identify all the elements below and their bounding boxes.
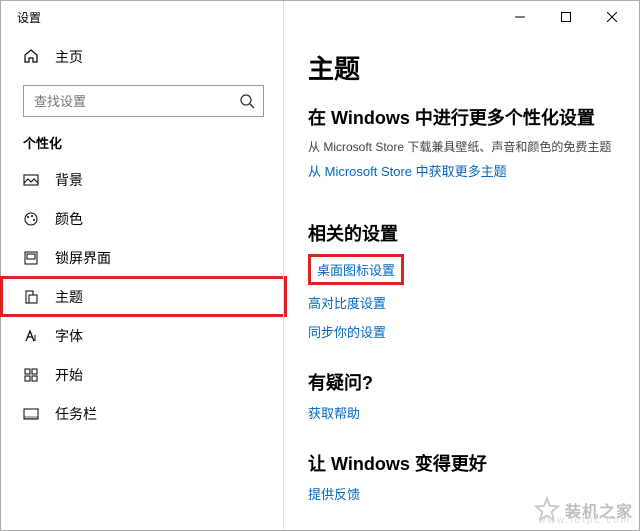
close-icon [607, 12, 617, 22]
sync-settings-link[interactable]: 同步你的设置 [308, 322, 619, 341]
font-icon [23, 328, 39, 344]
sidebar-item-background[interactable]: 背景 [1, 160, 286, 199]
taskbar-icon [23, 406, 39, 422]
window-body: 主页 个性化 背景 颜色 锁屏 [1, 33, 639, 530]
window-control-buttons [497, 1, 635, 33]
sidebar-item-lockscreen[interactable]: 锁屏界面 [1, 238, 286, 277]
watermark-url: www.lotpc.com [538, 515, 631, 526]
home-label: 主页 [55, 47, 83, 67]
sidebar-item-label: 颜色 [55, 209, 83, 229]
sidebar-item-colors[interactable]: 颜色 [1, 199, 286, 238]
watermark: 装机之家 www.lotpc.com [533, 496, 633, 524]
category-header: 个性化 [1, 131, 286, 160]
sidebar-item-label: 开始 [55, 365, 83, 385]
sidebar-item-label: 背景 [55, 170, 83, 190]
maximize-button[interactable] [543, 1, 589, 33]
home-icon [23, 48, 39, 67]
main-content: 主题 在 Windows 中进行更多个性化设置 从 Microsoft Stor… [286, 33, 639, 530]
sidebar-item-taskbar[interactable]: 任务栏 [1, 394, 286, 433]
store-themes-link[interactable]: 从 Microsoft Store 中获取更多主题 [308, 161, 619, 180]
search-icon [239, 93, 255, 109]
page-title: 主题 [308, 49, 619, 86]
minimize-icon [515, 12, 525, 22]
window-title: 设置 [17, 9, 497, 26]
maximize-icon [561, 12, 571, 22]
sidebar-item-fonts[interactable]: 字体 [1, 316, 286, 355]
sidebar-item-label: 主题 [55, 287, 83, 307]
start-icon [23, 367, 39, 383]
search-box[interactable] [23, 85, 264, 117]
home-nav[interactable]: 主页 [1, 39, 286, 75]
sidebar-item-label: 任务栏 [55, 404, 97, 424]
better-heading: 让 Windows 变得更好 [308, 450, 619, 476]
sidebar-nav: 背景 颜色 锁屏界面 主题 字体 [1, 160, 286, 433]
vertical-divider [283, 1, 284, 530]
desktop-icon-settings-link[interactable]: 桌面图标设置 [308, 254, 404, 285]
search-container [1, 75, 286, 131]
lock-screen-icon [23, 250, 39, 266]
high-contrast-link[interactable]: 高对比度设置 [308, 293, 619, 312]
sidebar-item-label: 字体 [55, 326, 83, 346]
close-button[interactable] [589, 1, 635, 33]
related-heading: 相关的设置 [308, 220, 619, 246]
sidebar: 主页 个性化 背景 颜色 锁屏 [1, 33, 286, 530]
title-bar: 设置 [1, 1, 639, 33]
minimize-button[interactable] [497, 1, 543, 33]
sidebar-item-label: 锁屏界面 [55, 248, 111, 268]
picture-icon [23, 172, 39, 188]
sidebar-item-themes[interactable]: 主题 [1, 277, 286, 316]
feedback-section: 有疑问? 获取帮助 [308, 369, 619, 422]
palette-icon [23, 211, 39, 227]
theme-icon [23, 289, 39, 305]
settings-window: 设置 主页 [0, 0, 640, 531]
personalize-heading: 在 Windows 中进行更多个性化设置 [308, 104, 619, 130]
get-help-link[interactable]: 获取帮助 [308, 403, 619, 422]
related-section: 相关的设置 桌面图标设置 高对比度设置 同步你的设置 [308, 220, 619, 341]
search-input[interactable] [34, 94, 239, 109]
sidebar-item-start[interactable]: 开始 [1, 355, 286, 394]
personalize-sub: 从 Microsoft Store 下载兼具壁纸、声音和颜色的免费主题 [308, 138, 619, 155]
feedback-heading: 有疑问? [308, 369, 619, 395]
personalize-section: 在 Windows 中进行更多个性化设置 从 Microsoft Store 下… [308, 104, 619, 180]
